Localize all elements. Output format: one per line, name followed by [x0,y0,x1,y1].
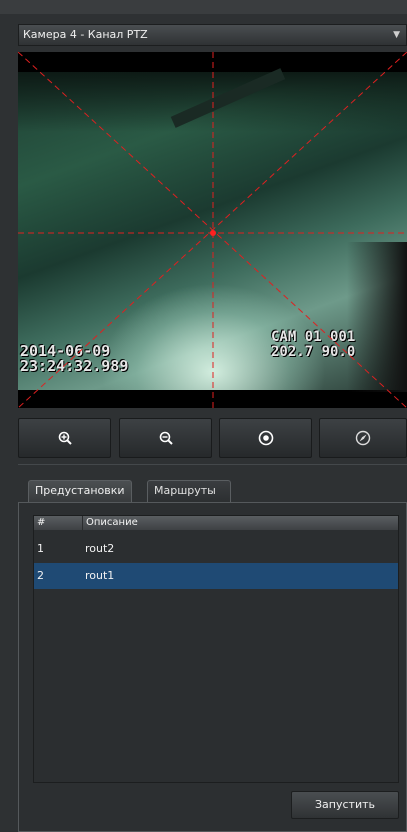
camera-select-value: Камера 4 - Канал PTZ [23,28,148,41]
table-header: # Описание [34,516,398,530]
routes-panel: # Описание 1 rout2 2 rout1 Запустить [18,502,407,832]
tab-routes-label: Маршруты [154,484,216,497]
tab-presets-label: Предустановки [35,484,125,497]
chevron-down-icon: ▼ [393,30,400,40]
ptz-crosshair-overlay [18,52,407,408]
run-button[interactable]: Запустить [291,791,399,819]
col-number-header[interactable]: # [37,516,45,530]
video-view[interactable]: 2014-06-09 23:24:32.989 CAM 01 001 202.7… [18,52,407,408]
routes-table: # Описание 1 rout2 2 rout1 [33,515,399,783]
top-strip [0,0,407,14]
row-description: rout2 [85,542,115,555]
zoom-in-icon [58,431,72,445]
table-row[interactable]: 1 rout2 [34,536,398,562]
compass-icon [355,430,371,446]
row-description: rout1 [85,569,115,582]
zoom-out-icon [159,431,173,445]
center-button[interactable] [219,418,312,458]
zoom-out-button[interactable] [119,418,212,458]
table-row-selected[interactable]: 2 rout1 [34,563,398,589]
col-description-header[interactable]: Описание [82,516,138,530]
tab-routes[interactable]: Маршруты [147,480,231,502]
tab-presets[interactable]: Предустановки [28,480,132,502]
divider [18,464,407,465]
record-dot-icon [258,430,273,446]
zoom-in-button[interactable] [18,418,111,458]
camera-select[interactable]: Камера 4 - Канал PTZ ▼ [18,24,407,46]
compass-button[interactable] [319,418,407,458]
row-number: 1 [37,542,44,555]
row-number: 2 [37,569,44,582]
